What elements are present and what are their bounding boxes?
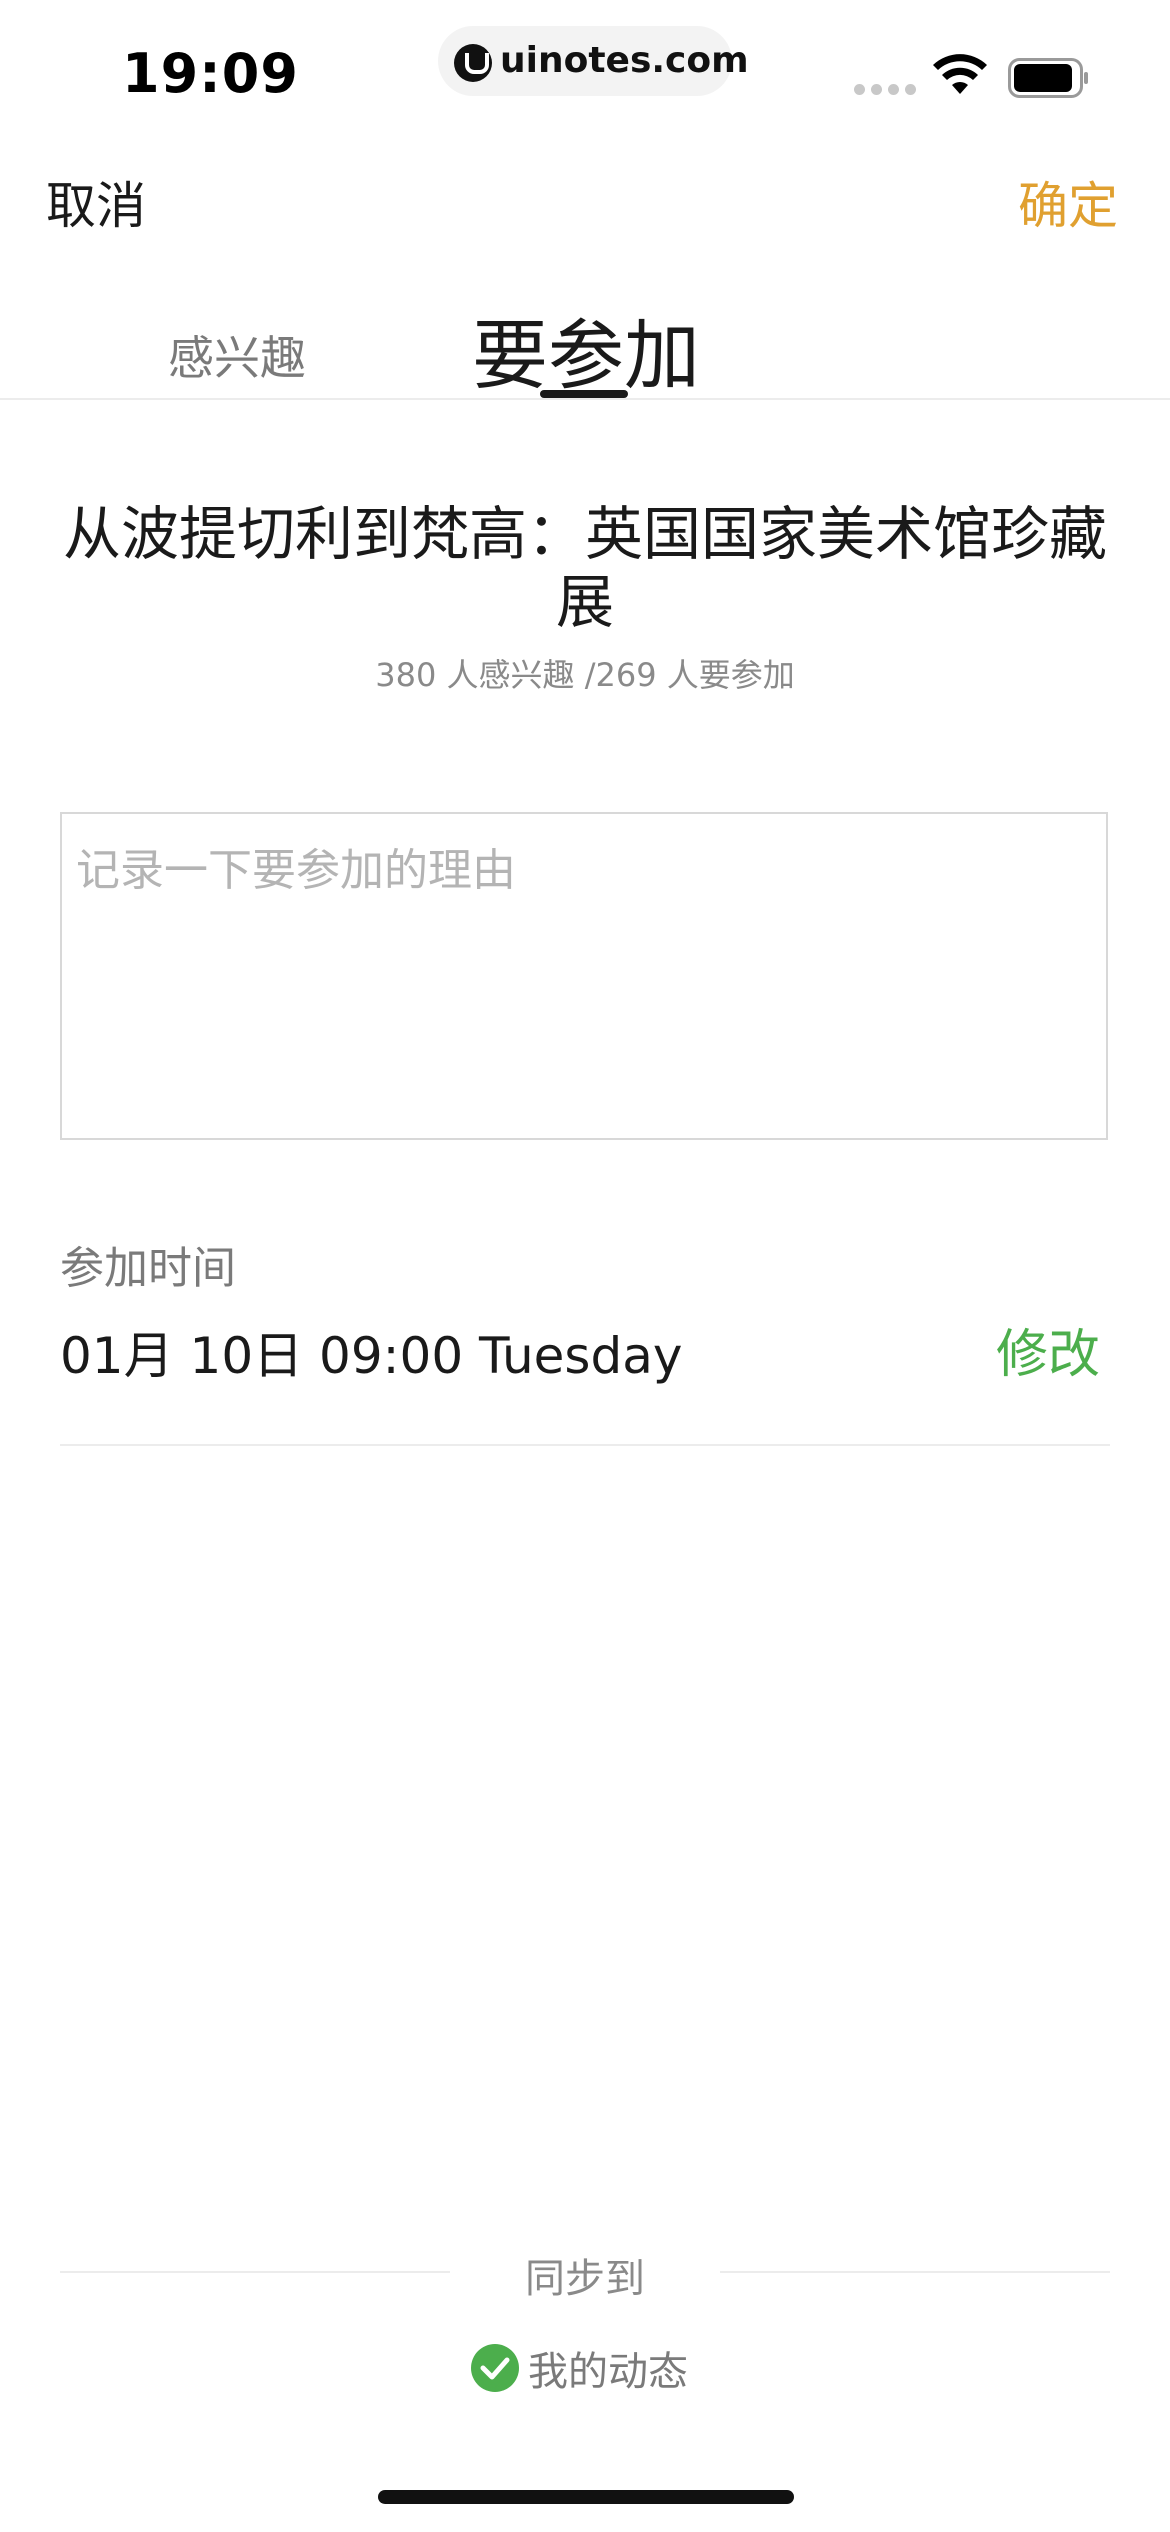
tab-interested[interactable]: 感兴趣 xyxy=(168,322,306,388)
check-circle-icon xyxy=(471,2344,519,2392)
event-stats: 380 人感兴趣 /269 人要参加 xyxy=(375,656,795,694)
uinotes-logo-icon xyxy=(454,44,492,82)
battery-icon xyxy=(1008,58,1088,98)
tab-attend[interactable]: 要参加 xyxy=(472,294,700,404)
sync-label: 同步到 xyxy=(525,2256,645,2302)
url-pill[interactable]: uinotes.com xyxy=(438,26,749,96)
modify-time-button[interactable]: 修改 xyxy=(996,1312,1100,1387)
wifi-icon xyxy=(933,54,987,94)
status-bar: 19:09 uinotes.com xyxy=(0,0,1170,140)
tab-active-indicator xyxy=(540,390,628,398)
divider xyxy=(60,1444,1110,1446)
event-title: 从波提切利到梵高：英国国家美术馆珍藏展 xyxy=(62,500,1107,636)
reason-input[interactable] xyxy=(60,812,1108,1140)
cellular-signal-icon xyxy=(854,84,916,95)
attend-time-label: 参加时间 xyxy=(60,1243,236,1294)
cancel-button[interactable]: 取消 xyxy=(46,166,146,238)
sync-option-label: 我的动态 xyxy=(528,2349,688,2395)
url-text: uinotes.com xyxy=(500,40,749,81)
sync-my-moments-option[interactable]: 我的动态 xyxy=(470,2342,688,2395)
confirm-button[interactable]: 确定 xyxy=(1018,166,1118,238)
home-indicator[interactable] xyxy=(378,2490,794,2504)
status-time: 19:09 xyxy=(122,42,299,105)
tab-bar: 感兴趣 要参加 xyxy=(0,290,1170,400)
attend-time-value: 01月 10日 09:00 Tuesday xyxy=(60,1327,683,1385)
